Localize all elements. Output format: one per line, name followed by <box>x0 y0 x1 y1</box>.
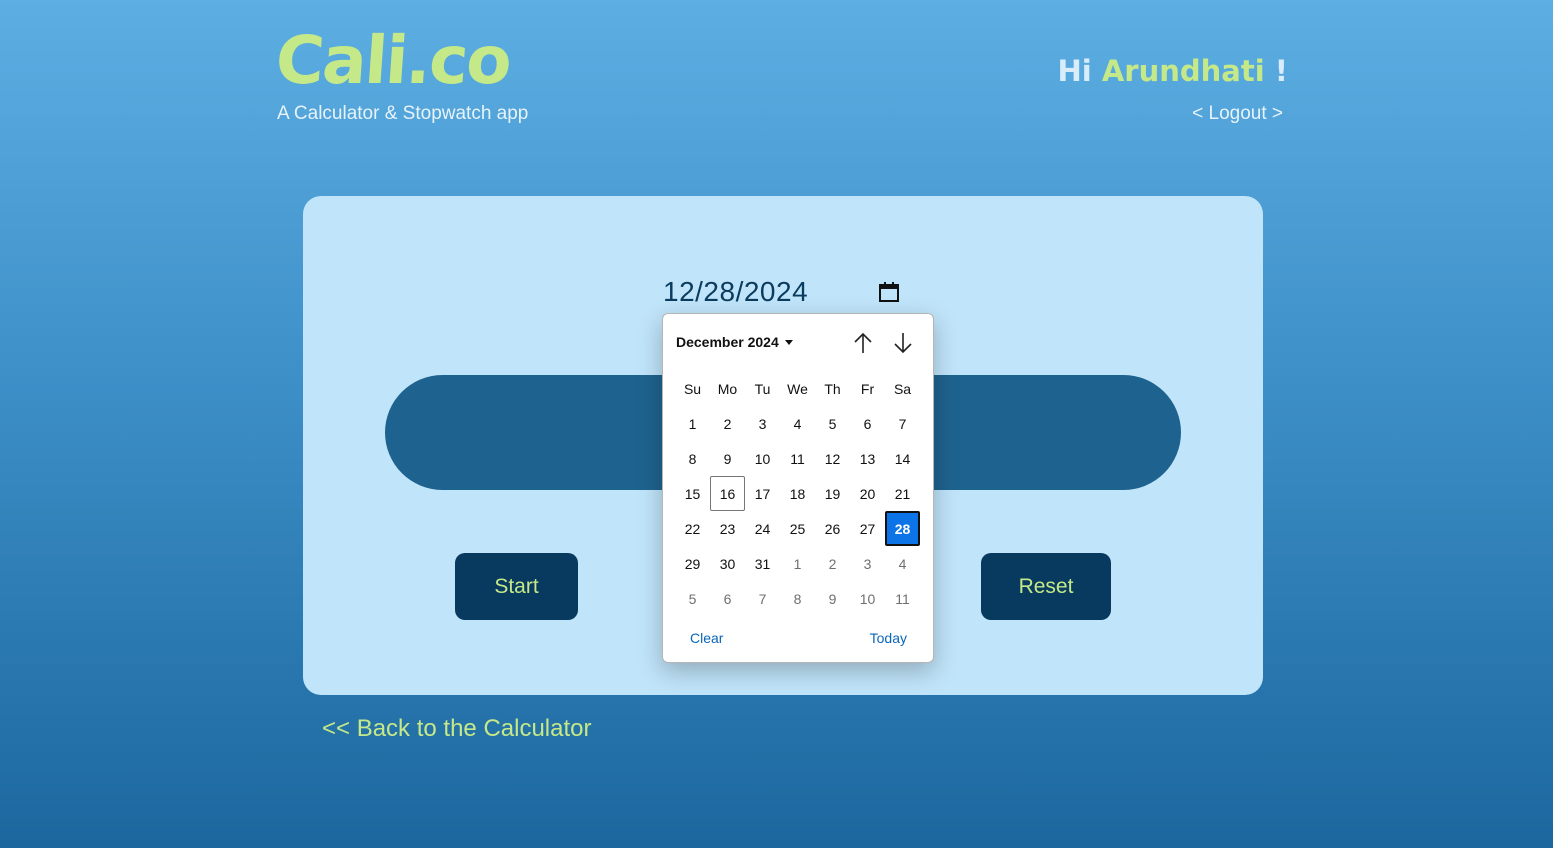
month-year-label: December 2024 <box>676 334 779 350</box>
day-cell[interactable]: 6 <box>850 406 885 441</box>
day-cell[interactable]: 15 <box>675 476 710 511</box>
day-cell[interactable]: 23 <box>710 511 745 546</box>
day-cell[interactable]: 31 <box>745 546 780 581</box>
logout-link[interactable]: < Logout > <box>1192 103 1283 125</box>
weekday-header: Th <box>824 380 841 397</box>
day-cell[interactable]: 5 <box>815 406 850 441</box>
date-value: 12/28/2024 <box>663 276 809 307</box>
day-cell-today[interactable]: 16 <box>710 476 745 511</box>
day-cell[interactable]: 1 <box>780 546 815 581</box>
day-cell[interactable]: 3 <box>745 406 780 441</box>
arrow-down-icon[interactable] <box>891 331 915 355</box>
day-cell[interactable]: 7 <box>885 406 920 441</box>
day-cell[interactable]: 9 <box>710 441 745 476</box>
user-greeting: Hi Arundhati ! <box>1058 54 1288 88</box>
day-cell[interactable]: 18 <box>780 476 815 511</box>
greeting-suffix: ! <box>1264 54 1288 88</box>
arrow-up-icon[interactable] <box>851 331 875 355</box>
day-cell[interactable]: 1 <box>675 406 710 441</box>
day-cell-selected[interactable]: 28 <box>885 511 920 546</box>
day-cell[interactable]: 13 <box>850 441 885 476</box>
greeting-prefix: Hi <box>1057 54 1102 88</box>
weekday-header: Tu <box>754 380 771 397</box>
day-cell[interactable]: 12 <box>815 441 850 476</box>
picker-footer: Clear Today <box>663 630 933 646</box>
day-cell[interactable]: 8 <box>780 581 815 616</box>
date-input[interactable]: 12/28/2024 <box>663 270 903 314</box>
day-cell[interactable]: 9 <box>815 581 850 616</box>
day-cell[interactable]: 10 <box>745 441 780 476</box>
day-cell[interactable]: 5 <box>675 581 710 616</box>
day-cell[interactable]: 22 <box>675 511 710 546</box>
day-cell[interactable]: 30 <box>710 546 745 581</box>
app-tagline: A Calculator & Stopwatch app <box>277 103 529 124</box>
day-cell[interactable]: 24 <box>745 511 780 546</box>
day-cell[interactable]: 6 <box>710 581 745 616</box>
weekday-header: Mo <box>717 380 738 397</box>
clear-button[interactable]: Clear <box>690 630 723 646</box>
calendar-icon[interactable] <box>877 280 901 304</box>
day-cell[interactable]: 29 <box>675 546 710 581</box>
day-cell[interactable]: 26 <box>815 511 850 546</box>
day-cell[interactable]: 2 <box>815 546 850 581</box>
day-cell[interactable]: 2 <box>710 406 745 441</box>
day-cell[interactable]: 19 <box>815 476 850 511</box>
month-year-selector[interactable]: December 2024 <box>676 334 793 350</box>
day-cell[interactable]: 21 <box>885 476 920 511</box>
day-cell[interactable]: 10 <box>850 581 885 616</box>
weekday-header: Su <box>683 380 702 397</box>
day-cell[interactable]: 7 <box>745 581 780 616</box>
back-to-calculator-link[interactable]: << Back to the Calculator <box>322 715 591 743</box>
weekday-header: Fr <box>860 380 875 397</box>
caret-down-icon <box>784 339 793 345</box>
calendar-grid: Su Mo Tu We Th Fr Sa 1 2 3 4 5 6 7 8 9 10 11 12 13 14 15 16 17 1… <box>675 371 920 616</box>
day-cell[interactable]: 4 <box>885 546 920 581</box>
day-cell[interactable]: 8 <box>675 441 710 476</box>
day-cell[interactable]: 3 <box>850 546 885 581</box>
weekday-header: Sa <box>893 380 912 397</box>
weekday-header: We <box>787 380 808 397</box>
day-cell[interactable]: 11 <box>780 441 815 476</box>
day-cell[interactable]: 27 <box>850 511 885 546</box>
app-logo: Cali.co <box>273 22 513 99</box>
day-cell[interactable]: 25 <box>780 511 815 546</box>
day-cell[interactable]: 14 <box>885 441 920 476</box>
day-cell[interactable]: 11 <box>885 581 920 616</box>
reset-button[interactable]: Reset <box>981 553 1111 620</box>
user-name: Arundhati <box>1101 54 1265 88</box>
start-button[interactable]: Start <box>455 553 578 620</box>
day-cell[interactable]: 4 <box>780 406 815 441</box>
date-picker-popup: December 2024 Su Mo Tu We Th Fr Sa 1 2 3 4 5 6 7 8 9 10 1… <box>662 313 934 663</box>
day-cell[interactable]: 20 <box>850 476 885 511</box>
day-cell[interactable]: 17 <box>745 476 780 511</box>
today-button[interactable]: Today <box>870 630 907 646</box>
